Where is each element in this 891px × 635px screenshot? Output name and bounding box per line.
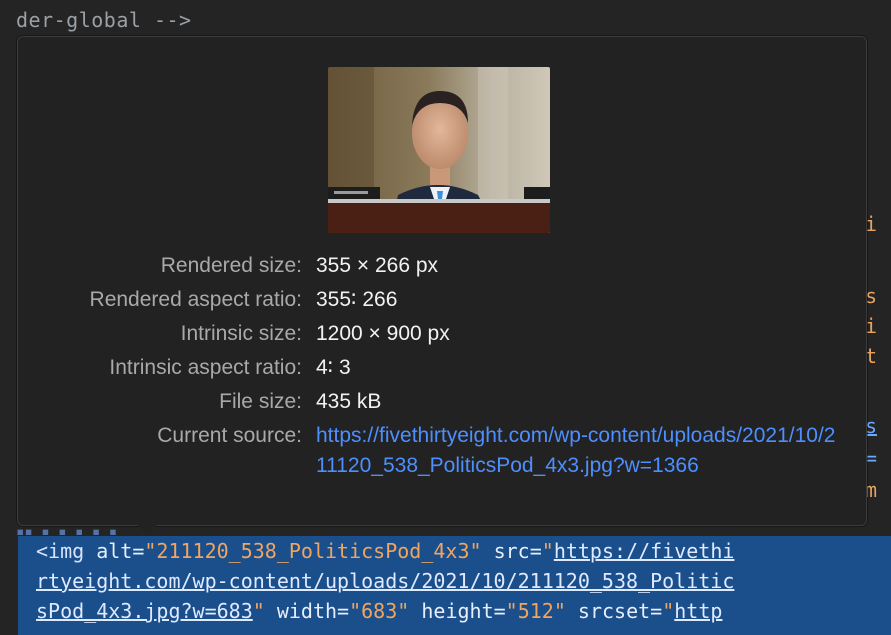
attr-name: src= — [493, 539, 542, 563]
info-value: 1200 × 900 px — [316, 322, 450, 345]
info-label: Intrinsic size: — [180, 322, 302, 345]
info-label: Rendered aspect ratio: — [89, 288, 302, 311]
image-info-list: Rendered size: 355 × 266 px Rendered asp… — [18, 249, 866, 503]
info-row-intrinsic-aspect-ratio: Intrinsic aspect ratio: 4∶ 3 — [18, 351, 866, 385]
attr-name: srcset= — [577, 599, 663, 623]
attr-name: width= — [276, 599, 350, 623]
attr-value-quote: " — [252, 599, 265, 623]
info-row-current-source: Current source: https://fivethirtyeight.… — [18, 419, 866, 503]
attr-name: alt= — [96, 539, 145, 563]
portrait-photo — [328, 67, 550, 233]
attr-name: height= — [421, 599, 506, 623]
tag-name: <img — [36, 539, 85, 563]
info-label: File size: — [219, 390, 302, 413]
src-link[interactable]: https://fivethi — [554, 539, 735, 563]
info-row-rendered-aspect-ratio: Rendered aspect ratio: 355∶ 266 — [18, 283, 866, 317]
info-row-file-size: File size: 435 kB — [18, 385, 866, 419]
info-label: Intrinsic aspect ratio: — [109, 356, 302, 379]
info-value: 355 × 266 px — [316, 254, 439, 277]
info-value: 435 kB — [316, 390, 382, 413]
info-label: Rendered size: — [160, 254, 302, 277]
attr-value: "211120_538_PoliticsPod_4x3" — [144, 539, 482, 563]
src-link[interactable]: rtyeight.com/wp-content/uploads/2021/10/… — [36, 569, 734, 593]
selected-element-code[interactable]: <img alt="211120_538_PoliticsPod_4x3" sr… — [18, 536, 891, 635]
info-row-rendered-size: Rendered size: 355 × 266 px — [18, 249, 866, 283]
attr-value: "512" — [505, 599, 566, 623]
code-comment: der-global --> — [16, 8, 192, 32]
tooltip-caret — [135, 523, 159, 535]
code-line: sPod_4x3.jpg?w=683" width="683" height="… — [36, 596, 891, 626]
image-thumbnail — [328, 67, 550, 233]
attr-value: "683" — [349, 599, 410, 623]
current-source-link[interactable]: https://fivethirtyeight.com/wp-content/u… — [316, 421, 846, 481]
attr-value-quote: " — [541, 539, 554, 563]
info-value: 355∶ 266 — [316, 288, 398, 311]
code-line: rtyeight.com/wp-content/uploads/2021/10/… — [36, 566, 891, 596]
info-value: 4∶ 3 — [316, 356, 351, 379]
attr-value-quote: " — [662, 599, 675, 623]
info-row-intrinsic-size: Intrinsic size: 1200 × 900 px — [18, 317, 866, 351]
src-link[interactable]: sPod_4x3.jpg?w=683 — [36, 599, 253, 623]
srcset-link[interactable]: http — [674, 599, 722, 623]
code-line: <img alt="211120_538_PoliticsPod_4x3" sr… — [36, 536, 891, 566]
info-label: Current source: — [157, 424, 302, 447]
image-preview-tooltip: Rendered size: 355 × 266 px Rendered asp… — [17, 36, 867, 526]
